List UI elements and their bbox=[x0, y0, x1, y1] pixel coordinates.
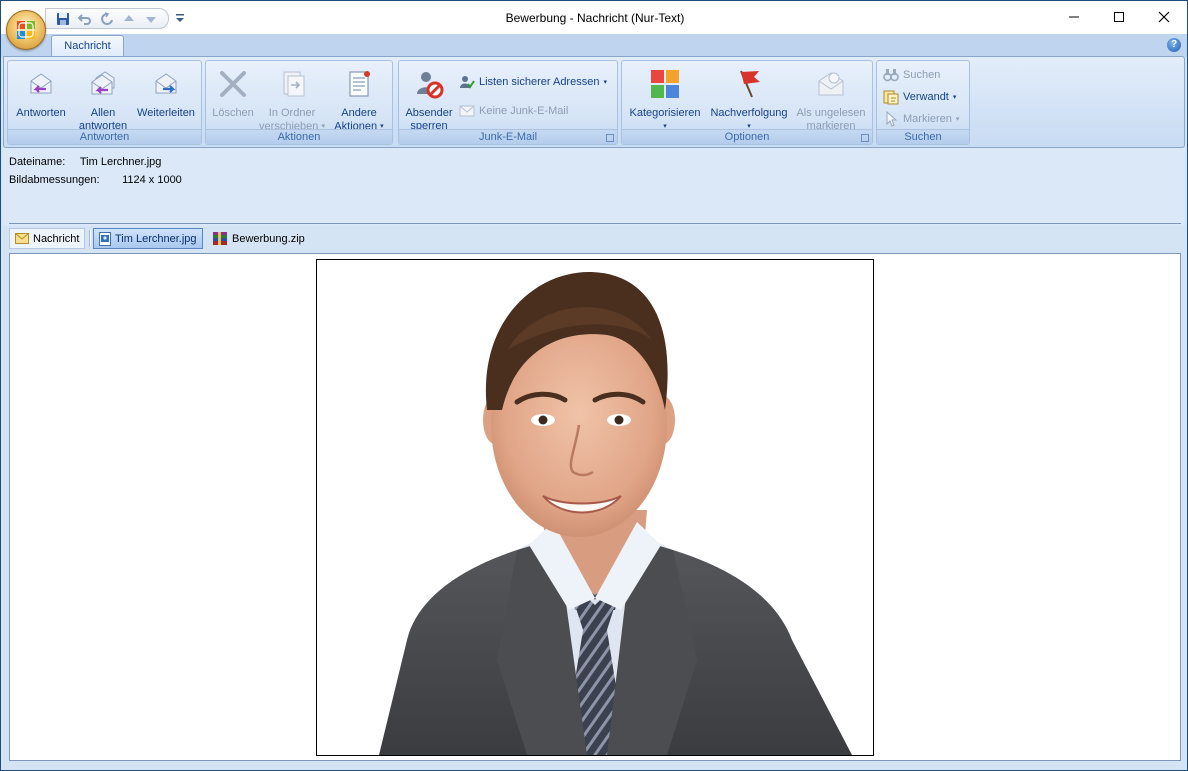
attachment-image-tim-lerchner[interactable]: Tim Lerchner.jpg bbox=[93, 228, 203, 249]
zip-archive-icon bbox=[213, 232, 227, 245]
maximize-button[interactable] bbox=[1096, 1, 1142, 33]
move-to-folder-button[interactable]: In Ordner verschieben ▾ bbox=[258, 63, 326, 133]
window-title: Bewerbung - Nachricht (Nur-Text) bbox=[505, 11, 685, 25]
reply-all-button[interactable]: Allen antworten bbox=[72, 63, 134, 133]
dialog-launcher-icon[interactable] bbox=[861, 134, 869, 142]
find-button[interactable]: Suchen bbox=[883, 66, 940, 84]
pointer-icon bbox=[886, 111, 898, 127]
group-optionen: Kategorisieren ▾ Nachverfolgung ▾ Als un… bbox=[621, 60, 873, 145]
reply-button[interactable]: Antworten bbox=[10, 63, 72, 120]
block-sender-button[interactable]: Absender sperren bbox=[401, 63, 457, 133]
ribbon-tab-row: Nachricht ? bbox=[1, 34, 1187, 58]
dropdown-arrow-icon: ▾ bbox=[955, 116, 960, 123]
attachment-info-area: Dateiname: Tim Lerchner.jpg Bildabmessun… bbox=[3, 148, 1185, 226]
image-dimensions-row: Bildabmessungen: 1124 x 1000 bbox=[9, 174, 182, 186]
ribbon: Antworten Allen antworten Weiterleiten A… bbox=[3, 56, 1185, 148]
related-icon bbox=[883, 90, 899, 105]
other-actions-icon bbox=[349, 71, 370, 97]
outlook-message-window: Bewerbung - Nachricht (Nur-Text) Nachric… bbox=[0, 0, 1188, 771]
group-label-optionen: Optionen bbox=[622, 129, 872, 144]
attachment-image-preview bbox=[316, 259, 874, 756]
dropdown-arrow-icon: ▾ bbox=[952, 94, 957, 101]
attachment-zip-bewerbung[interactable]: Bewerbung.zip bbox=[207, 228, 310, 249]
select-button[interactable]: Markieren ▾ bbox=[883, 110, 959, 128]
related-button[interactable]: Verwandt ▾ bbox=[883, 88, 956, 106]
reply-all-icon bbox=[91, 71, 115, 95]
categorize-icon bbox=[651, 70, 679, 98]
categorize-button[interactable]: Kategorisieren ▾ bbox=[624, 63, 706, 133]
reply-icon bbox=[30, 73, 52, 94]
attachments-bar: Nachricht Tim Lerchner.jpg Bewerbung.zip bbox=[9, 228, 1181, 250]
safe-lists-button[interactable]: Listen sicherer Adressen ▾ bbox=[459, 73, 607, 91]
dialog-launcher-icon[interactable] bbox=[606, 134, 614, 142]
not-junk-icon bbox=[459, 105, 475, 117]
image-file-icon bbox=[99, 231, 111, 246]
minimize-button[interactable] bbox=[1051, 1, 1097, 33]
not-junk-button[interactable]: Keine Junk-E-Mail bbox=[459, 102, 568, 120]
attachment-preview-pane bbox=[9, 253, 1181, 761]
group-label-antworten: Antworten bbox=[8, 129, 201, 144]
move-to-folder-icon bbox=[283, 71, 305, 97]
attachment-message[interactable]: Nachricht bbox=[9, 228, 86, 249]
delete-button[interactable]: Löschen bbox=[208, 63, 258, 120]
forward-button[interactable]: Weiterleiten bbox=[132, 63, 200, 120]
file-name-row: Dateiname: Tim Lerchner.jpg bbox=[9, 156, 162, 168]
group-junk-email: Absender sperren Listen sicherer Adresse… bbox=[398, 60, 618, 145]
mark-unread-button[interactable]: Als ungelesen markieren bbox=[792, 63, 870, 133]
dropdown-arrow-icon: ▾ bbox=[603, 79, 607, 86]
group-label-junk-email: Junk-E-Mail bbox=[399, 129, 617, 144]
follow-up-flag-icon bbox=[740, 70, 760, 98]
portrait-photo bbox=[379, 271, 852, 755]
group-label-aktionen: Aktionen bbox=[206, 129, 392, 144]
delete-icon bbox=[220, 71, 246, 97]
forward-icon bbox=[155, 73, 177, 94]
mark-unread-icon bbox=[818, 72, 844, 96]
attachment-divider bbox=[89, 230, 91, 247]
block-sender-icon bbox=[417, 72, 444, 99]
header-divider bbox=[9, 223, 1181, 224]
group-suchen: Suchen Verwandt ▾ Markieren ▾ Suchen bbox=[876, 60, 970, 145]
help-icon[interactable]: ? bbox=[1167, 38, 1181, 52]
envelope-icon bbox=[15, 233, 29, 244]
office-button[interactable] bbox=[6, 10, 46, 50]
office-logo-icon bbox=[17, 21, 35, 39]
tab-nachricht[interactable]: Nachricht bbox=[51, 35, 124, 58]
follow-up-button[interactable]: Nachverfolgung ▾ bbox=[706, 63, 792, 133]
group-label-suchen: Suchen bbox=[877, 129, 969, 144]
title-bar: Bewerbung - Nachricht (Nur-Text) bbox=[1, 1, 1187, 34]
safe-lists-icon bbox=[460, 76, 475, 89]
binoculars-icon bbox=[883, 69, 899, 82]
close-button[interactable] bbox=[1141, 1, 1187, 33]
other-actions-button[interactable]: Andere Aktionen ▾ bbox=[328, 63, 390, 133]
group-aktionen: Löschen In Ordner verschieben ▾ Andere A… bbox=[205, 60, 393, 145]
group-antworten: Antworten Allen antworten Weiterleiten A… bbox=[7, 60, 202, 145]
